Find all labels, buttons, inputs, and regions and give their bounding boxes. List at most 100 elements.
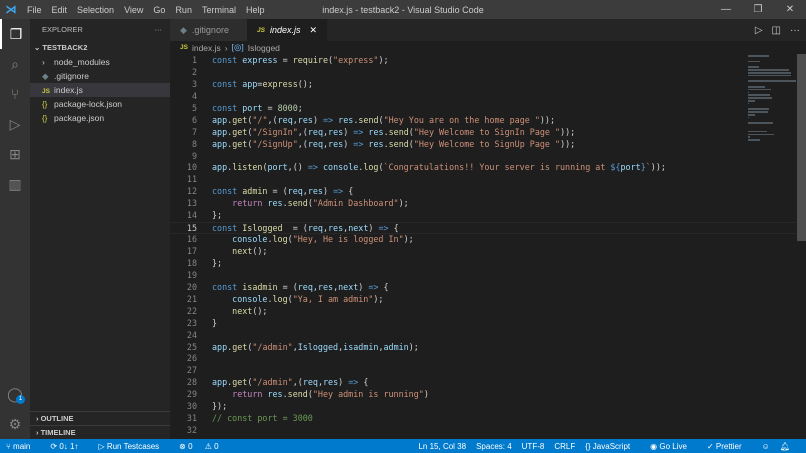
extensions-icon[interactable]: ⊞ [0, 139, 30, 169]
code-token: => [348, 377, 359, 388]
accounts-icon[interactable]: ◯ 1 [0, 379, 30, 409]
menu-go[interactable]: Go [148, 5, 170, 15]
menu-run[interactable]: Run [170, 5, 197, 15]
line-text: app.get("/admin",(req,res) => { [197, 377, 368, 389]
language-mode[interactable]: {} JavaScript [585, 442, 640, 451]
problems-status[interactable]: ⊗ 0 ⚠ 0 [179, 442, 228, 451]
file-node-modules[interactable]: › node_modules [30, 55, 170, 69]
line-number: 31 [186, 413, 197, 424]
menu-selection[interactable]: Selection [72, 5, 119, 15]
line-number: 9 [191, 150, 197, 161]
code-token: app [212, 138, 228, 149]
code-token: const [212, 223, 243, 234]
code-token: )); [539, 114, 556, 125]
line-number: 4 [191, 90, 197, 101]
run-testcases-button[interactable]: ▷ Run Testcases [98, 442, 169, 451]
code-token: "Hey admin is running" [312, 389, 424, 400]
cursor-position[interactable]: Ln 15, Col 38 [418, 442, 466, 451]
code-token: ) [343, 126, 354, 137]
code-line: 29 return res.send("Hey admin is running… [170, 389, 796, 401]
menu-terminal[interactable]: Terminal [197, 5, 241, 15]
code-line: 31 // const port = 3000 [170, 413, 796, 425]
more-actions-button[interactable]: ··· [155, 19, 163, 41]
line-number: 19 [186, 269, 197, 280]
source-control-icon[interactable]: ⑂ [0, 79, 30, 109]
minimize-button[interactable]: — [710, 0, 742, 19]
code-token: get [232, 138, 248, 149]
file-index-js[interactable]: JS index.js [30, 83, 170, 97]
code-token: listen [232, 162, 263, 173]
line-text: console.log("Ya, I am admin"); [197, 294, 383, 306]
editor-scrollbar[interactable] [797, 54, 806, 241]
code-token: ); [398, 198, 409, 209]
tab-gitignore[interactable]: ◆ .gitignore [170, 19, 247, 41]
code-token: express [262, 78, 298, 89]
end-of-line[interactable]: CRLF [554, 442, 575, 451]
more-icon[interactable]: ··· [790, 25, 800, 36]
line-text: next(); [197, 306, 267, 318]
line-text: app.get("/SignUp",(req,res) => res.send(… [197, 139, 575, 151]
menu-edit[interactable]: Edit [47, 5, 73, 15]
settings-gear-icon[interactable]: ⚙ [0, 409, 30, 439]
minimap-line [748, 130, 767, 133]
code-token: get [232, 126, 248, 137]
breadcrumb-symbol[interactable]: Islogged [248, 43, 280, 53]
close-tab-icon[interactable]: ✕ [309, 25, 317, 36]
outline-section[interactable]: › OUTLINE [30, 411, 170, 425]
feedback-icon[interactable]: ☺ [762, 442, 770, 451]
code-token: app [212, 162, 228, 173]
code-token: req [307, 126, 323, 137]
code-token: return [232, 198, 268, 209]
code-token: (); [297, 78, 313, 89]
code-editor[interactable]: 1 const express = require("express"); 2 3 co… [170, 55, 796, 437]
code-token: Islogged [242, 223, 283, 234]
breadcrumb-file[interactable]: index.js [192, 43, 221, 53]
chart-icon[interactable]: ▥ [0, 169, 30, 199]
code-token: "express" [333, 55, 379, 65]
code-token: port [242, 102, 263, 113]
close-window-button[interactable]: ✕ [774, 0, 806, 19]
search-icon[interactable]: ⌕ [0, 49, 30, 79]
minimap-line [748, 136, 750, 138]
minimap[interactable] [748, 54, 796, 141]
code-token: send [358, 114, 379, 125]
file-gitignore[interactable]: ◆ .gitignore [30, 69, 170, 83]
split-editor-icon[interactable]: ◫ [772, 25, 781, 36]
run-icon[interactable]: ▷ [755, 25, 763, 36]
code-token: log [272, 234, 288, 245]
tab-index-js[interactable]: JS index.js ✕ [247, 19, 327, 41]
restore-button[interactable]: ❐ [742, 0, 774, 19]
menu-view[interactable]: View [119, 5, 148, 15]
folder-testback2[interactable]: ⌄ TESTBACK2 [30, 41, 170, 55]
menu-file[interactable]: File [22, 5, 47, 15]
file-package-lock-json[interactable]: {} package-lock.json [30, 97, 170, 111]
code-token: => [378, 223, 389, 234]
run-debug-icon[interactable]: ▷ [0, 109, 30, 139]
branch-status[interactable]: ⑂ main [6, 442, 40, 451]
menu-help[interactable]: Help [241, 5, 270, 15]
sync-status[interactable]: ⟳ 0↓ 1↑ [50, 442, 88, 451]
prettier-button[interactable]: ✓ Prettier [707, 442, 752, 451]
minimap-line [748, 86, 765, 88]
encoding[interactable]: UTF-8 [522, 442, 545, 451]
minimap-line [748, 111, 769, 113]
line-number: 24 [186, 329, 197, 340]
code-line: 21 console.log("Ya, I am admin"); [170, 294, 796, 306]
code-line: 20 const isadmin = (req,res,next) => { [170, 282, 796, 294]
code-token: get [232, 341, 248, 352]
file-package-json[interactable]: {} package.json [30, 111, 170, 125]
timeline-section[interactable]: › TIMELINE [30, 425, 170, 439]
code-token: = ( [267, 186, 288, 197]
indentation[interactable]: Spaces: 4 [476, 442, 512, 451]
line-text [197, 91, 212, 103]
code-line: 10 app.listen(port,() => console.log(`Con… [170, 162, 796, 174]
code-token: const [212, 102, 243, 113]
line-text: return res.send("Admin Dashboard"); [197, 198, 409, 210]
go-live-button[interactable]: ◉ Go Live [650, 442, 697, 451]
code-token: get [232, 377, 248, 388]
explorer-icon[interactable]: ❐ [0, 19, 30, 49]
notifications-bell-icon[interactable]: 🔔︎ [780, 442, 790, 451]
code-token: get [232, 114, 248, 125]
line-number: 25 [186, 341, 197, 352]
